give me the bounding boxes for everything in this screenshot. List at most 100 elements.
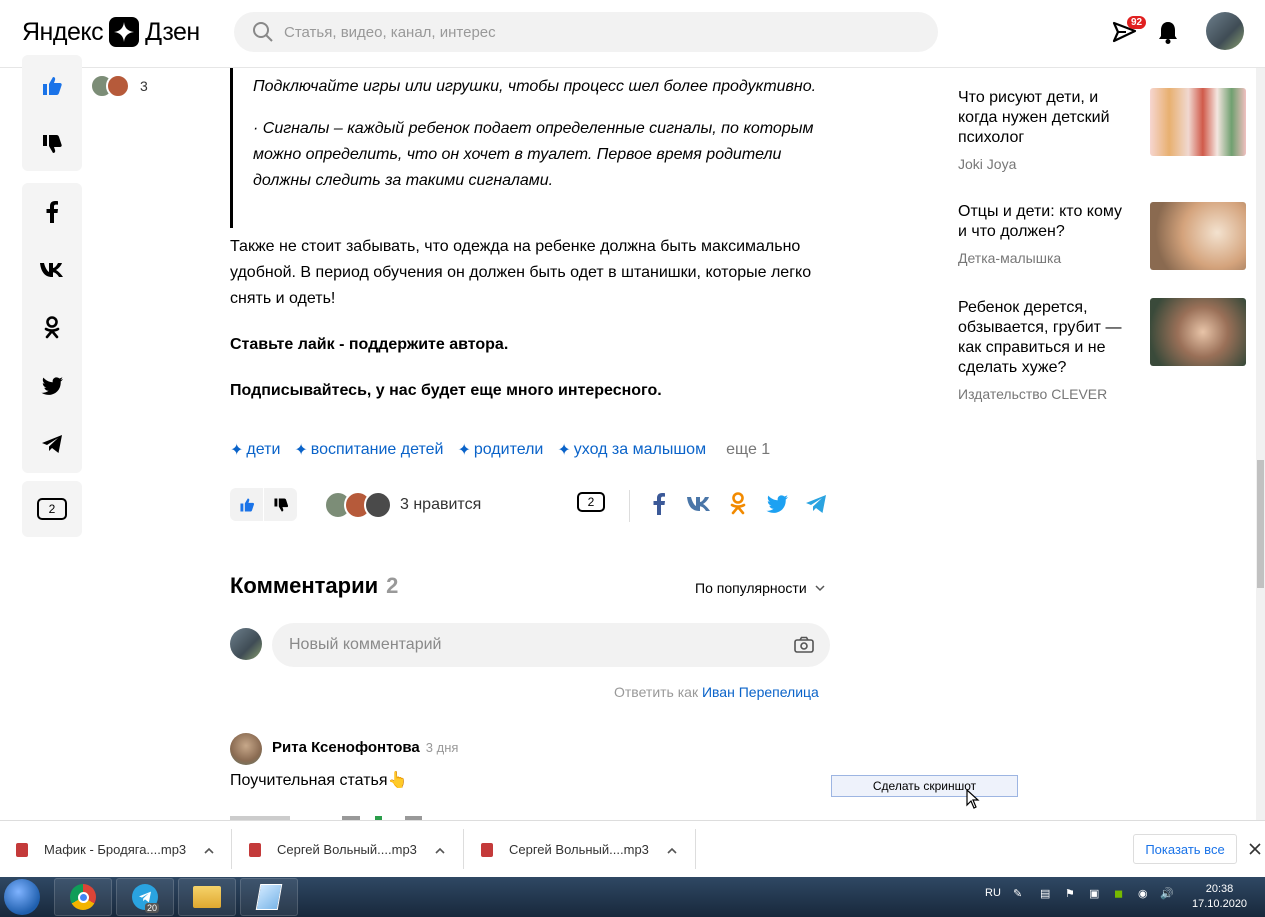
taskbar-chrome[interactable] [54,878,112,916]
likers-summary[interactable]: 3 нравится [324,491,481,519]
comments-title: Комментарии [230,573,379,598]
quote-paragraph: · Сигналы – каждый ребенок подает опреде… [253,120,814,189]
share-ok-button[interactable] [22,299,82,357]
thumbs-up-icon [239,497,254,512]
recommended-card[interactable]: Ребенок дерется, обзывается, грубит — ка… [958,298,1248,402]
download-item[interactable]: Сергей Вольный....mp3 [249,821,445,878]
comments-count: 2 [587,495,595,509]
sort-dropdown[interactable]: По популярности [695,580,825,596]
divider [695,829,696,869]
user-avatar[interactable] [1206,12,1244,50]
like-count: 3 [140,78,148,94]
card-source: Издательство CLEVER [958,386,1108,402]
network-icon[interactable]: ▣ [1089,887,1099,900]
comment-bubble-icon: 2 [37,498,67,520]
share-twitter-button[interactable] [22,357,82,415]
recommended-card[interactable]: Отцы и дети: кто кому и что должен? Детк… [958,202,1248,270]
facebook-icon[interactable] [652,493,666,520]
odnoklassniki-icon [44,316,60,339]
comment-author-avatar[interactable] [230,733,262,765]
dislike-button[interactable] [264,488,297,521]
language-indicator[interactable]: RU [985,887,1001,899]
comments-count-button[interactable]: 2 [577,492,605,512]
keyboard-icon[interactable]: ▤ [1040,887,1050,900]
recommended-card[interactable]: Что рисуют дети, и когда нужен детский п… [958,88,1248,172]
likes-text: 3 нравится [400,496,482,513]
yandex-zen-logo[interactable]: Яндекс Дзен [22,16,200,48]
dislike-button[interactable] [22,115,82,173]
audio-file-icon [481,842,493,857]
article-blockquote: Подключайте игры или игрушки, чтобы проц… [230,68,830,228]
comment-actions-partial [230,808,430,820]
share-telegram-button[interactable] [22,415,82,473]
tag-link[interactable]: ✦ родители [457,440,543,460]
sparkle-icon: ✦ [557,442,571,459]
left-comments-count: 2 [48,502,56,516]
volume-icon[interactable]: 🔊 [1160,887,1174,900]
download-filename: Сергей Вольный....mp3 [509,842,649,857]
card-title: Ребенок дерется, обзывается, грубит — ка… [958,299,1122,376]
like-button[interactable] [230,488,263,521]
chrome-icon [70,884,96,910]
camera-icon[interactable] [794,636,814,654]
vk-icon[interactable] [686,496,712,517]
tag-link[interactable]: ✦ воспитание детей [294,440,443,460]
taskbar-telegram[interactable]: 20 [116,878,174,916]
tags-more-link[interactable]: еще 1 [726,441,770,459]
chevron-up-icon[interactable] [667,842,677,857]
reply-as-user-link[interactable]: Иван Перепелица [702,684,819,700]
liker-avatar [364,491,392,519]
take-screenshot-button[interactable]: Сделать скриншот [831,775,1018,797]
chevron-up-icon[interactable] [204,842,214,857]
close-icon[interactable] [1249,842,1261,860]
tag-link[interactable]: ✦ уход за малышом [557,440,706,460]
thumbs-down-icon [43,135,62,153]
folder-icon [193,886,221,908]
comments-shortcut[interactable]: 2 [22,481,82,537]
chevron-down-icon [815,584,825,592]
telegram-icon[interactable] [805,494,827,519]
pen-icon[interactable]: ✎ [1013,887,1022,900]
quote-paragraph: Подключайте игры или игрушки, чтобы проц… [253,78,817,95]
mouse-cursor-icon [966,788,980,814]
page-scrollbar[interactable] [1256,68,1265,820]
windows-taskbar: 20 RU ✎ ▤ ⚑ ▣ ◼ ◉ 🔊 20:38 17.10.2020 [0,877,1265,917]
clock-time: 20:38 [1205,883,1234,895]
search-input[interactable]: Статья, видео, канал, интерес [234,12,938,52]
show-all-downloads-button[interactable]: Показать все [1133,834,1237,864]
download-item[interactable]: Сергей Вольный....mp3 [481,821,677,878]
sparkle-icon: ✦ [294,442,308,459]
chevron-up-icon[interactable] [435,842,445,857]
thumbs-down-icon [273,497,288,512]
comment-text: Поучительная статья👆 [230,772,408,789]
system-clock[interactable]: 20:38 17.10.2020 [1192,882,1247,912]
bell-icon[interactable] [1158,20,1178,49]
flag-icon[interactable]: ⚑ [1065,887,1075,900]
card-thumbnail [1150,298,1246,366]
divider [629,490,630,522]
search-placeholder: Статья, видео, канал, интерес [284,23,496,41]
taskbar-app[interactable] [240,878,298,916]
odnoklassniki-icon[interactable] [730,492,746,521]
vk-icon [40,263,63,277]
facebook-icon [46,201,58,223]
telegram-icon [42,435,62,453]
new-comment-input[interactable]: Новый комментарий [272,623,830,667]
start-button[interactable] [4,879,40,915]
share-facebook-button[interactable] [22,183,82,241]
downloads-bar: Мафик - Бродяга....mp3 Сергей Вольный...… [0,820,1265,877]
nvidia-icon[interactable]: ◼ [1114,887,1123,900]
tag-link[interactable]: ✦ дети [230,440,280,460]
twitter-icon[interactable] [766,495,788,518]
likes-summary: 3 [90,74,148,98]
download-item[interactable]: Мафик - Бродяга....mp3 [16,821,214,878]
scrollbar-thumb[interactable] [1257,460,1264,588]
share-vk-button[interactable] [22,241,82,299]
tag-label: родители [473,441,544,458]
comment-author-name[interactable]: Рита Ксенофонтова [272,739,420,756]
divider [231,829,232,869]
update-icon[interactable]: ◉ [1138,887,1148,900]
taskbar-explorer[interactable] [178,878,236,916]
article-paragraph: Также не стоит забывать, что одежда на р… [230,238,812,307]
like-button[interactable] [22,57,82,115]
